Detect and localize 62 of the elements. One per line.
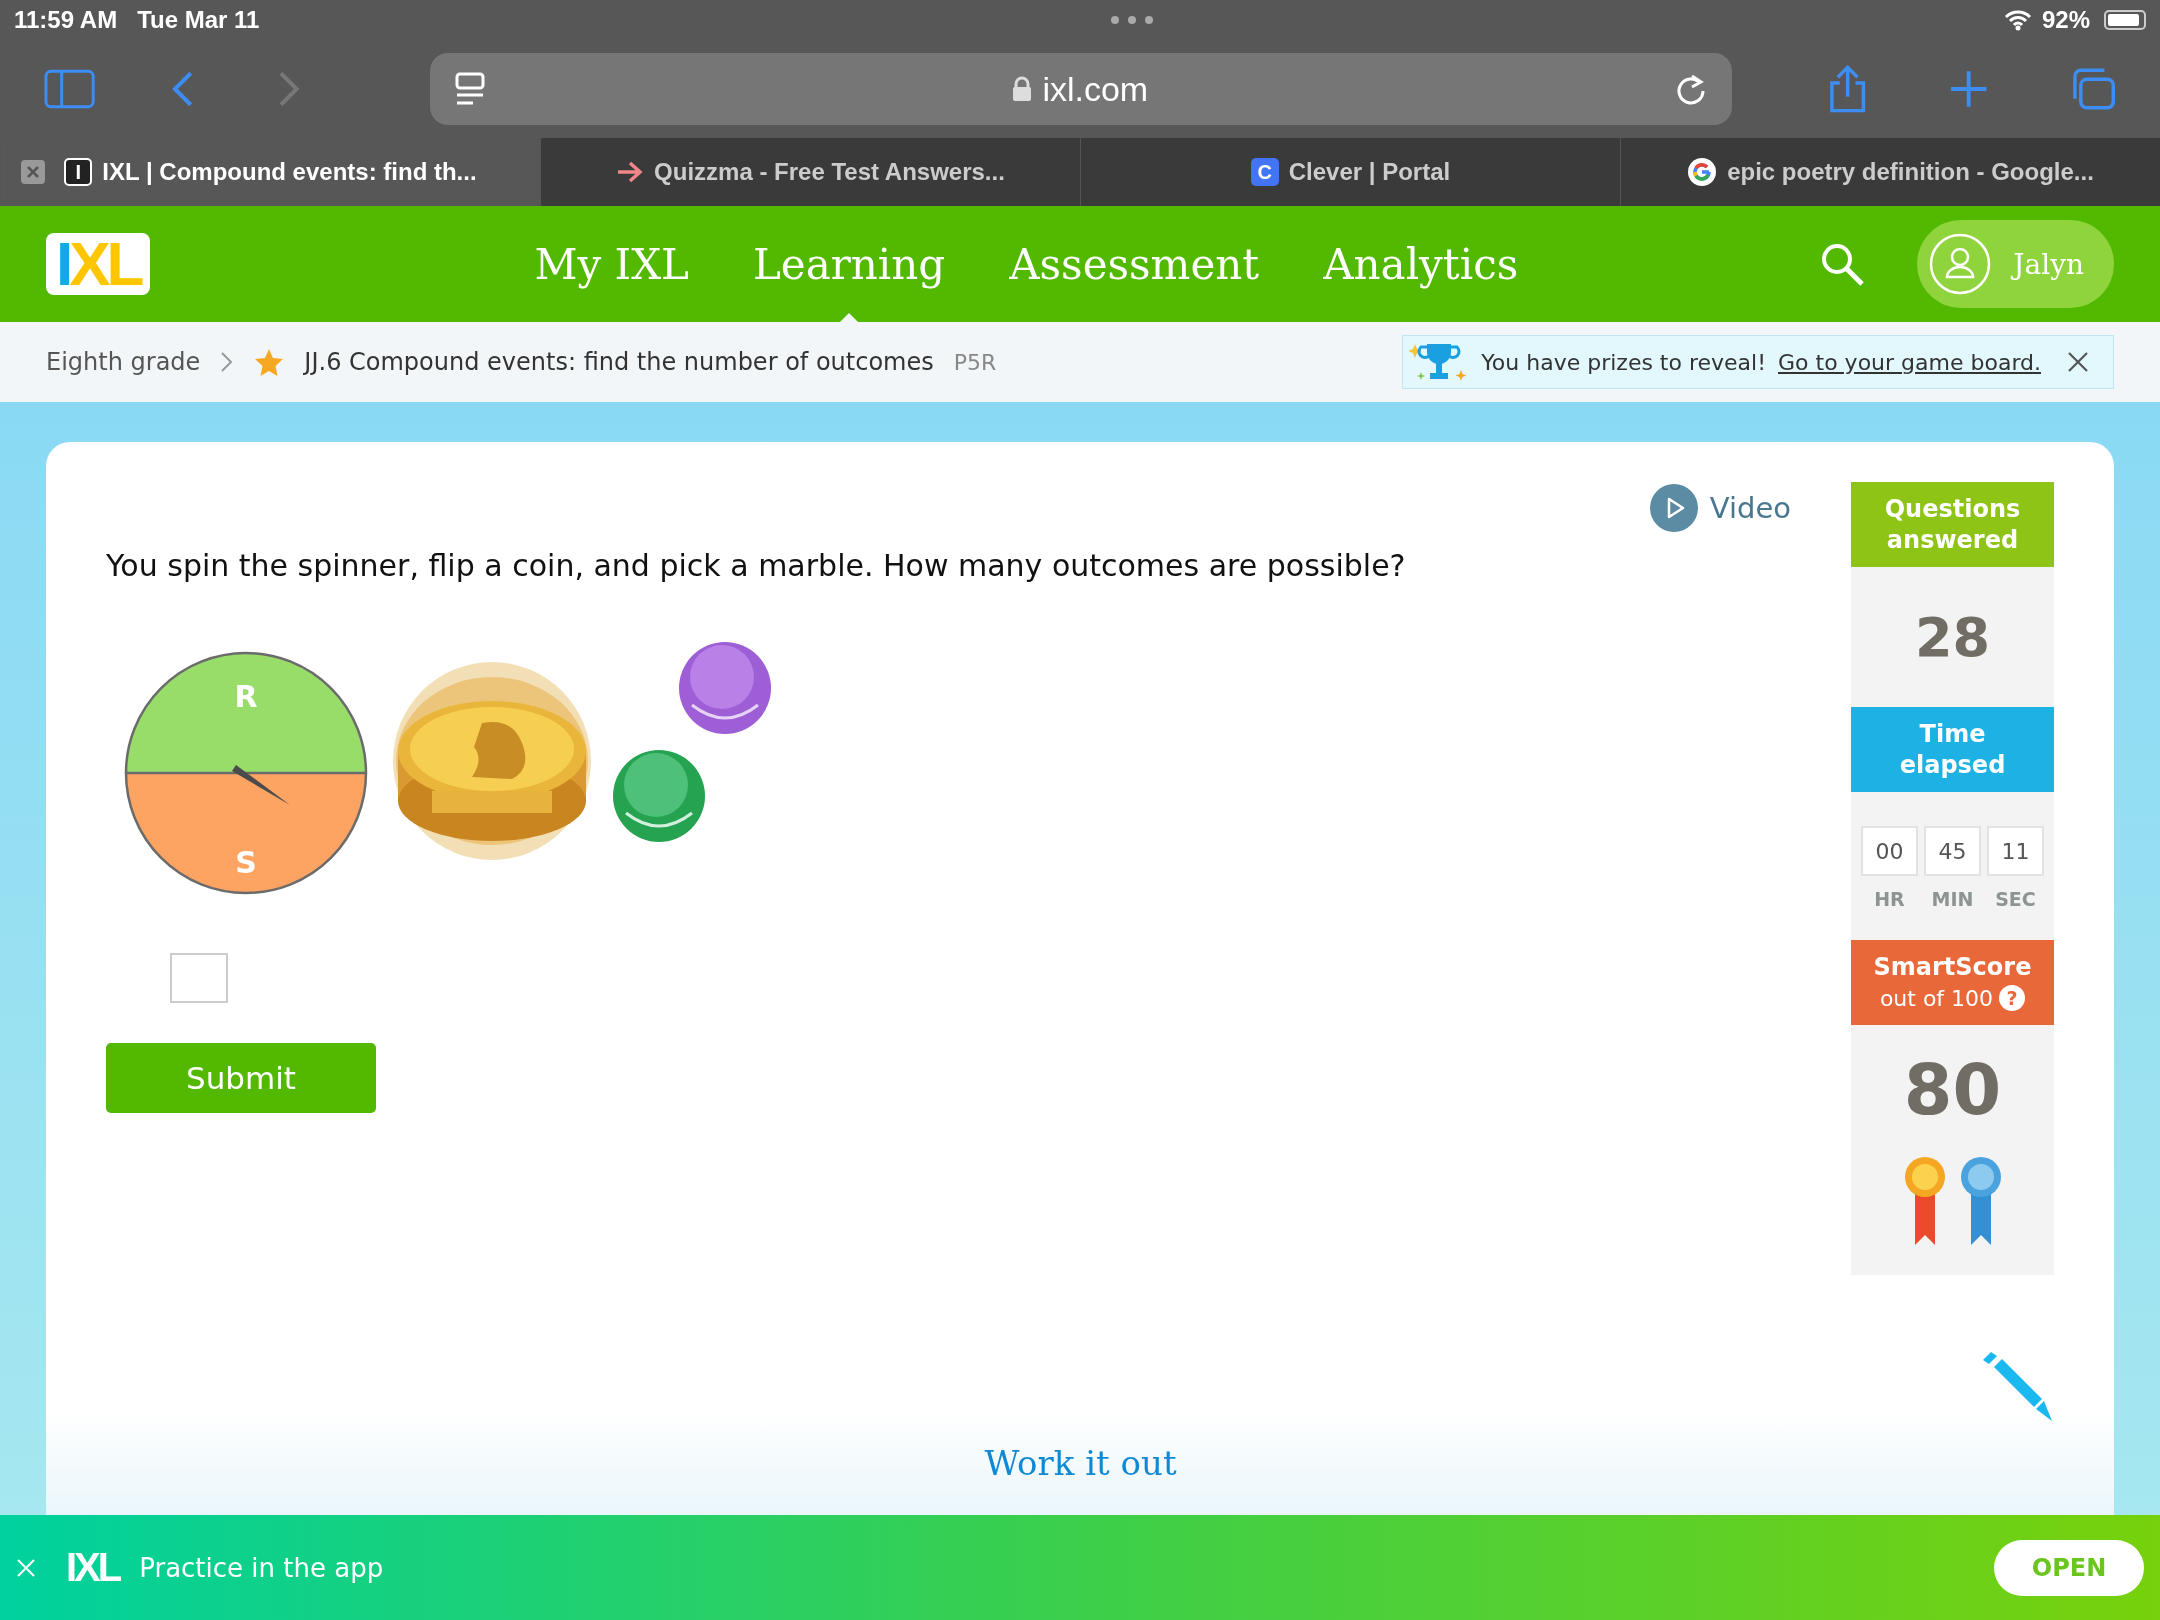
close-icon[interactable] [2067, 351, 2089, 373]
video-link[interactable]: Video [1649, 484, 1791, 532]
battery-icon [2104, 10, 2146, 30]
skill-code: P5R [953, 349, 997, 375]
answer-field[interactable] [170, 953, 228, 1003]
game-board-link[interactable]: Go to your game board. [1778, 349, 2041, 375]
favicon: I [64, 158, 93, 186]
question-text: You spin the spinner, flip a coin, and pick a marble. How many outcomes are possible? [106, 548, 1407, 583]
timer-unit: HR [1874, 888, 1905, 910]
user-button[interactable]: Jalyn [1917, 220, 2114, 308]
star-icon [254, 348, 285, 376]
marble-icon [612, 749, 706, 843]
search-icon[interactable] [1819, 241, 1866, 287]
breadcrumb-link[interactable]: Eighth grade [46, 348, 201, 376]
work-it-out-heading[interactable]: Work it out [984, 1443, 1177, 1483]
google-icon [1687, 157, 1718, 187]
wifi-icon [2003, 9, 2032, 31]
ribbon-icon [1902, 1155, 1947, 1247]
back-icon[interactable] [171, 69, 195, 109]
play-icon [1649, 484, 1698, 532]
notice-text: You have prizes to reveal! [1481, 349, 1767, 375]
address-bar[interactable]: ixl.com [430, 53, 1733, 125]
timer-value: 45 [1924, 826, 1981, 876]
reader-icon[interactable] [454, 71, 487, 107]
tab-title: IXL | Compound events: find th... [102, 158, 477, 186]
sidebar-icon[interactable] [44, 69, 96, 109]
plus-icon[interactable] [1949, 69, 1989, 109]
ixl-logo: IXL [66, 1545, 120, 1590]
lock-icon [1012, 76, 1033, 102]
spinner-label: R [233, 679, 259, 714]
skill-title: JJ.6 Compound events: find the number of outcomes [304, 348, 934, 376]
spinner-label: S [234, 845, 258, 880]
time-elapsed-header: Time elapsed [1851, 707, 2054, 792]
avatar-icon [1929, 233, 1992, 295]
browser-tab[interactable]: I IXL | Compound events: find th... [0, 138, 540, 206]
ribbon-icon [1958, 1155, 2003, 1247]
smartscore-subtitle: out of 100 [1879, 984, 1994, 1013]
banner-text: Practice in the app [139, 1552, 384, 1583]
tab-title: Quizzma - Free Test Answers... [654, 158, 1005, 186]
open-button[interactable]: OPEN [1994, 1539, 2144, 1596]
more-dots-icon [1109, 15, 1154, 25]
timer-value: 11 [1987, 826, 2044, 876]
submit-button[interactable]: Submit [106, 1043, 376, 1113]
timer-unit: MIN [1931, 888, 1974, 910]
marble-icon [678, 641, 772, 735]
url-text: ixl.com [1042, 69, 1149, 109]
tab-title: epic poetry definition - Google... [1727, 158, 2094, 186]
status-time: 11:59 AM [14, 6, 118, 34]
timer-unit: SEC [1995, 888, 2036, 910]
favicon: C [1250, 158, 1279, 186]
timer-value: 00 [1861, 826, 1918, 876]
smartscore-value: 80 [1903, 1048, 2002, 1133]
ixl-logo[interactable]: IXL [46, 233, 151, 295]
tab-title: Clever | Portal [1288, 158, 1451, 186]
chevron-icon [220, 351, 235, 373]
questions-count: 28 [1913, 604, 1992, 671]
arrow-icon [616, 160, 645, 184]
battery-percent: 92% [2041, 6, 2090, 34]
status-date: Tue Mar 11 [137, 6, 260, 34]
help-button[interactable]: ? [1999, 985, 2026, 1011]
smartscore-title: SmartScore [1873, 951, 2032, 983]
questions-answered-header: Questions answered [1851, 482, 2054, 567]
